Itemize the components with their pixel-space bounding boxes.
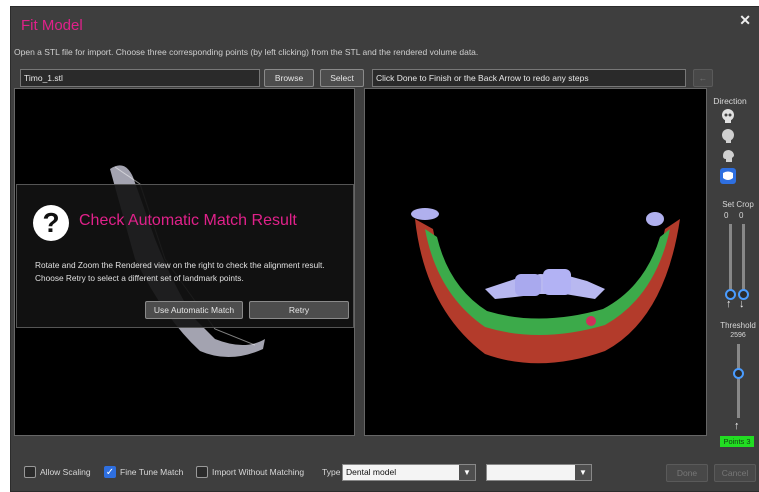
import-without-matching-label: Import Without Matching (212, 467, 305, 477)
dialog-message-line1: Rotate and Zoom the Rendered view on the… (35, 260, 325, 270)
fine-tune-match-label: Fine Tune Match (120, 467, 184, 477)
crop-value-right: 0 (739, 211, 744, 220)
crop-down-arrow-icon: ↓ (739, 298, 745, 310)
check-match-dialog: ? Check Automatic Match Result Rotate an… (16, 184, 354, 328)
browse-button[interactable]: Browse (264, 69, 314, 87)
fine-tune-match-checkbox[interactable]: ✓ (104, 466, 116, 478)
select-button[interactable]: Select (320, 69, 364, 87)
threshold-label: Threshold (720, 321, 756, 330)
type-label: Type (322, 467, 341, 477)
threshold-slider[interactable] (733, 368, 744, 379)
crop-up-arrow-icon: ↑ (726, 298, 732, 310)
direction-label: Direction (713, 96, 747, 106)
threshold-value: 2596 (730, 332, 746, 339)
stl-file-field[interactable]: Timo_1.stl (20, 69, 260, 87)
back-arrow-button[interactable]: ← (693, 69, 713, 87)
chevron-down-icon: ▼ (459, 465, 475, 480)
skull-side-icon[interactable] (720, 128, 736, 144)
dental-render (411, 208, 680, 364)
type-select-value: Dental model (346, 467, 397, 477)
jaw-icon[interactable] (720, 168, 736, 184)
dialog-message-line2: Choose Retry to select a different set o… (35, 272, 244, 283)
set-crop-label: Set Crop (722, 200, 754, 209)
retry-button[interactable]: Retry (249, 301, 349, 319)
allow-scaling-checkbox[interactable] (24, 466, 36, 478)
crop-slider-track-left (729, 224, 732, 292)
question-icon: ? (33, 205, 69, 241)
use-automatic-match-button[interactable]: Use Automatic Match (145, 301, 243, 319)
instructions-text: Open a STL file for import. Choose three… (14, 47, 479, 57)
chevron-down-icon: ▼ (575, 465, 591, 480)
crop-value-left: 0 (724, 211, 729, 220)
dialog-title: Check Automatic Match Result (79, 212, 297, 229)
threshold-slider-track (737, 344, 740, 418)
status-field: Click Done to Finish or the Back Arrow t… (372, 69, 686, 87)
allow-scaling-label: Allow Scaling (40, 467, 91, 477)
rendered-volume-view[interactable] (364, 88, 707, 436)
dialog-message: Rotate and Zoom the Rendered view on the… (35, 259, 353, 284)
done-button[interactable]: Done (666, 464, 708, 482)
head-side-icon[interactable] (720, 148, 736, 164)
skull-front-icon[interactable] (720, 108, 736, 124)
window-title: Fit Model (21, 17, 83, 34)
import-without-matching-checkbox[interactable] (196, 466, 208, 478)
cancel-button[interactable]: Cancel (714, 464, 756, 482)
secondary-select[interactable]: ▼ (486, 464, 592, 481)
close-icon[interactable]: ✕ (739, 12, 751, 29)
threshold-up-arrow-icon: ↑ (734, 420, 740, 432)
points-badge: Points 3 (720, 436, 754, 447)
type-select[interactable]: Dental model ▼ (342, 464, 476, 481)
crop-slider-track-right (742, 224, 745, 292)
